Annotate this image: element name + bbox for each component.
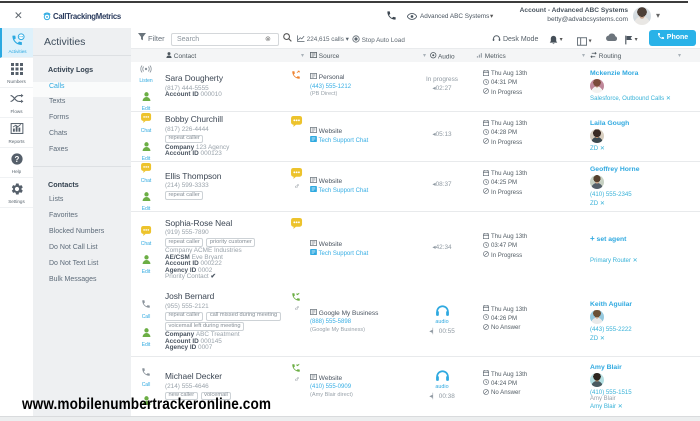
svg-text:?: ? [14,155,19,164]
